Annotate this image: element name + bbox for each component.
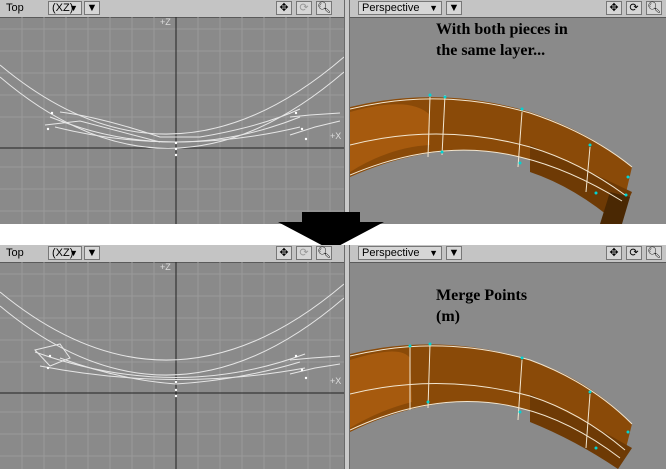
view-type-value: Perspective [362, 247, 420, 259]
view-type-dropdown[interactable]: Perspective ▼ [358, 246, 442, 260]
zoom-view-button[interactable]: 🔍︎ [646, 1, 662, 15]
viewport-menu-icon: ▼ [86, 2, 98, 14]
viewport-label: Top [6, 247, 24, 259]
viewport-label: Top [6, 2, 24, 14]
viewport-menu-button[interactable]: ▼ [446, 1, 462, 15]
down-arrow-icon [278, 212, 384, 250]
wireframe-model [0, 56, 344, 149]
move-icon: ✥ [279, 2, 289, 14]
top-view-canvas[interactable]: +Z +X [0, 262, 344, 469]
viewport-menu-icon: ▼ [448, 247, 460, 259]
move-icon: ✥ [279, 247, 289, 259]
viewport-titlebar: Top (XZ) ▼ ▼ ✥ ⟳ 🔍︎ [0, 245, 344, 263]
move-icon: ✥ [609, 247, 619, 259]
zoom-view-button[interactable]: 🔍︎ [646, 246, 662, 260]
chevron-down-icon: ▼ [429, 248, 438, 258]
shaded-model [350, 344, 632, 469]
viewport-menu-icon: ▼ [448, 2, 460, 14]
move-icon: ✥ [609, 2, 619, 14]
rotate-icon: ⟳ [299, 247, 309, 259]
axes [0, 17, 344, 224]
rotate-icon: ⟳ [629, 247, 639, 259]
wireframe-model [0, 283, 344, 385]
view-axis-dropdown[interactable]: (XZ) ▼ [48, 1, 82, 15]
zoom-view-button[interactable]: 🔍︎ [316, 246, 332, 260]
perspective-viewport[interactable]: Perspective ▼ ▼ ✥ ⟳ 🔍︎ [350, 0, 666, 224]
move-view-button[interactable]: ✥ [276, 1, 292, 15]
view-type-dropdown[interactable]: Perspective ▼ [358, 1, 442, 15]
axis-label-z: +Z [160, 262, 171, 272]
zoom-view-button[interactable]: 🔍︎ [316, 1, 332, 15]
axis-label-z: +Z [160, 17, 171, 27]
perspective-viewport[interactable]: Perspective ▼ ▼ ✥ ⟳ 🔍︎ [350, 245, 666, 469]
move-view-button[interactable]: ✥ [276, 246, 292, 260]
move-view-button[interactable]: ✥ [606, 246, 622, 260]
top-view-canvas[interactable]: +Z +X [0, 17, 344, 224]
caption: With both pieces in the same layer... [436, 21, 568, 59]
axis-label-x: +X [330, 376, 341, 386]
top-viewport[interactable]: Top (XZ) ▼ ▼ ✥ ⟳ 🔍︎ +Z +X [0, 0, 344, 224]
viewport-panel-before: Top (XZ) ▼ ▼ ✥ ⟳ 🔍︎ +Z +X Perspective ▼ … [0, 0, 666, 224]
viewport-titlebar: Perspective ▼ ▼ ✥ ⟳ 🔍︎ [350, 0, 666, 18]
zoom-icon: 🔍︎ [647, 247, 661, 259]
rotate-icon: ⟳ [629, 2, 639, 14]
axis-label-x: +X [330, 131, 341, 141]
rotate-view-button[interactable]: ⟳ [296, 246, 312, 260]
grid [0, 17, 344, 224]
viewport-menu-button[interactable]: ▼ [84, 246, 100, 260]
transition-strip [0, 212, 666, 250]
rotate-view-button[interactable]: ⟳ [626, 1, 642, 15]
view-axis-dropdown[interactable]: (XZ) ▼ [48, 246, 82, 260]
chevron-down-icon: ▼ [69, 3, 78, 13]
viewport-menu-button[interactable]: ▼ [446, 246, 462, 260]
zoom-icon: 🔍︎ [317, 247, 331, 259]
chevron-down-icon: ▼ [429, 3, 438, 13]
view-type-value: Perspective [362, 2, 420, 14]
caption: Merge Points (m) [436, 287, 528, 325]
chevron-down-icon: ▼ [69, 248, 78, 258]
viewport-titlebar: Top (XZ) ▼ ▼ ✥ ⟳ 🔍︎ [0, 0, 344, 18]
viewport-menu-icon: ▼ [86, 247, 98, 259]
zoom-icon: 🔍︎ [647, 2, 661, 14]
viewport-panel-after: Top (XZ) ▼ ▼ ✥ ⟳ 🔍︎ +Z +X Perspective ▼ … [0, 245, 666, 469]
move-view-button[interactable]: ✥ [606, 1, 622, 15]
rotate-icon: ⟳ [299, 2, 309, 14]
zoom-icon: 🔍︎ [317, 2, 331, 14]
rotate-view-button[interactable]: ⟳ [626, 246, 642, 260]
rotate-view-button[interactable]: ⟳ [296, 1, 312, 15]
viewport-titlebar: Perspective ▼ ▼ ✥ ⟳ 🔍︎ [350, 245, 666, 263]
top-viewport[interactable]: Top (XZ) ▼ ▼ ✥ ⟳ 🔍︎ +Z +X [0, 245, 344, 469]
viewport-menu-button[interactable]: ▼ [84, 1, 100, 15]
wire-points [46, 354, 308, 398]
